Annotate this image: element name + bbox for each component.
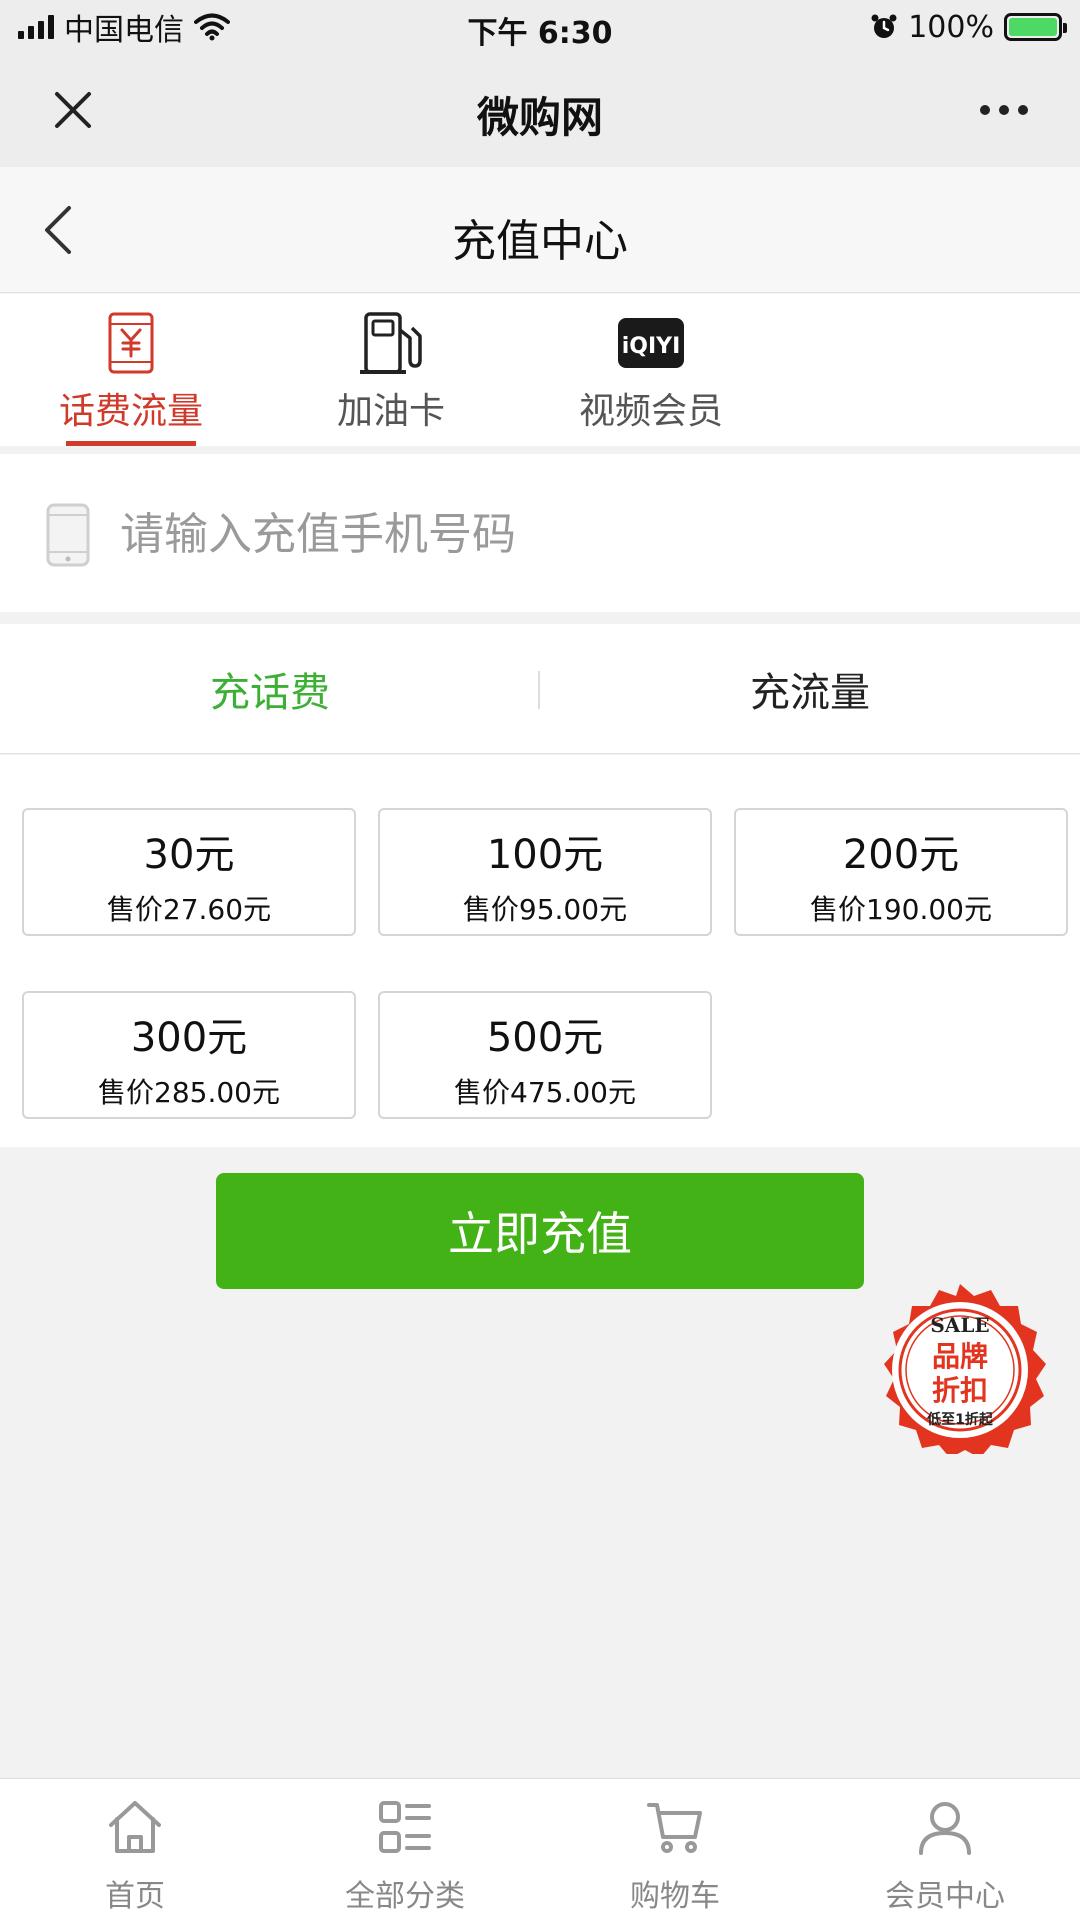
nav-label: 首页 bbox=[105, 1879, 165, 1914]
status-right: 100% bbox=[870, 0, 1067, 54]
amount-option[interactable]: 500元 售价475.00元 bbox=[378, 991, 712, 1119]
tab-video-vip[interactable]: iQIYI 视频会员 bbox=[546, 294, 756, 446]
nav-cart[interactable]: 购物车 bbox=[540, 1779, 810, 1920]
user-icon bbox=[919, 1802, 971, 1855]
amount-option[interactable]: 30元 售价27.60元 bbox=[22, 808, 356, 936]
more-dot-icon bbox=[980, 105, 990, 115]
badge-sale-text: SALE bbox=[930, 1313, 989, 1337]
nav-label: 会员中心 bbox=[885, 1879, 1005, 1914]
option-sale-price: 售价95.00元 bbox=[462, 893, 628, 926]
nav-all-categories[interactable]: 全部分类 bbox=[270, 1779, 540, 1920]
more-dot-icon bbox=[1018, 105, 1028, 115]
option-sale-price: 售价475.00元 bbox=[454, 1076, 636, 1109]
recharge-type-switch: 充话费 充流量 bbox=[0, 624, 1080, 754]
badge-bottom-text: 低至1折起 bbox=[926, 1411, 994, 1428]
nav-member-center[interactable]: 会员中心 bbox=[810, 1779, 1080, 1920]
nav-home[interactable]: 首页 bbox=[0, 1779, 270, 1920]
option-face-value: 500元 bbox=[486, 1015, 604, 1061]
nav-label: 购物车 bbox=[630, 1879, 720, 1914]
tab-fuel-card[interactable]: 加油卡 bbox=[286, 294, 496, 446]
recharge-now-button[interactable]: 立即充值 bbox=[216, 1173, 864, 1289]
battery-icon bbox=[1004, 13, 1067, 41]
cart-icon bbox=[647, 1803, 702, 1853]
iqiyi-logo-icon: iQIYI bbox=[618, 318, 684, 368]
tab-label: 话费流量 bbox=[58, 391, 203, 432]
option-sale-price: 售价285.00元 bbox=[98, 1076, 280, 1109]
more-button[interactable] bbox=[964, 80, 1044, 140]
mobile-phone-icon bbox=[46, 503, 90, 567]
option-face-value: 100元 bbox=[486, 832, 604, 878]
tab-label: 视频会员 bbox=[578, 391, 723, 432]
amount-options: 30元 售价27.60元 100元 售价95.00元 200元 售价190.00… bbox=[0, 755, 1080, 1147]
option-sale-price: 售价27.60元 bbox=[106, 893, 272, 926]
badge-line1: 品牌 bbox=[932, 1340, 988, 1373]
category-tabs: 话费流量 加油卡 iQIYI 视频会员 bbox=[0, 294, 1080, 446]
badge-line2: 折扣 bbox=[932, 1374, 988, 1407]
status-bar: 中国电信 下午 6:30 100% bbox=[0, 0, 1080, 54]
wechat-title: 微购网 bbox=[476, 93, 603, 142]
tab-recharge-data[interactable]: 充流量 bbox=[540, 624, 1080, 754]
tab-phone-data[interactable]: 话费流量 bbox=[26, 294, 236, 446]
alarm-icon bbox=[871, 14, 897, 38]
bottom-nav: 首页 全部分类 购物车 会员中心 bbox=[0, 1778, 1080, 1920]
battery-percent: 100% bbox=[908, 9, 994, 45]
back-button[interactable] bbox=[28, 197, 88, 263]
amount-option[interactable]: 200元 售价190.00元 bbox=[734, 808, 1068, 936]
page-header: 充值中心 bbox=[0, 167, 1080, 293]
svg-text:iQIYI: iQIYI bbox=[622, 334, 681, 359]
option-face-value: 30元 bbox=[143, 832, 235, 878]
page-title: 充值中心 bbox=[452, 216, 628, 267]
phone-number-input[interactable] bbox=[120, 494, 1020, 574]
chevron-left-icon bbox=[45, 206, 71, 254]
sale-badge[interactable]: SALE 品牌 折扣 低至1折起 bbox=[870, 1282, 1050, 1454]
option-face-value: 300元 bbox=[130, 1015, 248, 1061]
home-icon bbox=[109, 1801, 161, 1853]
tab-label: 加油卡 bbox=[336, 391, 445, 432]
amount-option[interactable]: 300元 售价285.00元 bbox=[22, 991, 356, 1119]
phone-input-row bbox=[0, 454, 1080, 612]
wifi-icon bbox=[194, 13, 230, 41]
fuel-pump-icon bbox=[360, 312, 422, 374]
close-icon bbox=[55, 92, 91, 128]
carrier-label: 中国电信 bbox=[64, 13, 184, 48]
active-tab-indicator bbox=[66, 441, 196, 446]
more-dot-icon bbox=[999, 105, 1009, 115]
wechat-nav-bar: 微购网 bbox=[0, 54, 1080, 167]
option-face-value: 200元 bbox=[842, 832, 960, 878]
option-sale-price: 售价190.00元 bbox=[810, 893, 992, 926]
phone-yuan-icon bbox=[108, 312, 154, 374]
amount-option[interactable]: 100元 售价95.00元 bbox=[378, 808, 712, 936]
signal-icon bbox=[18, 15, 54, 39]
category-list-icon bbox=[379, 1801, 431, 1853]
status-left: 中国电信 bbox=[18, 0, 230, 54]
close-button[interactable] bbox=[38, 80, 108, 140]
tab-recharge-credit[interactable]: 充话费 bbox=[0, 624, 540, 754]
nav-label: 全部分类 bbox=[345, 1879, 465, 1914]
